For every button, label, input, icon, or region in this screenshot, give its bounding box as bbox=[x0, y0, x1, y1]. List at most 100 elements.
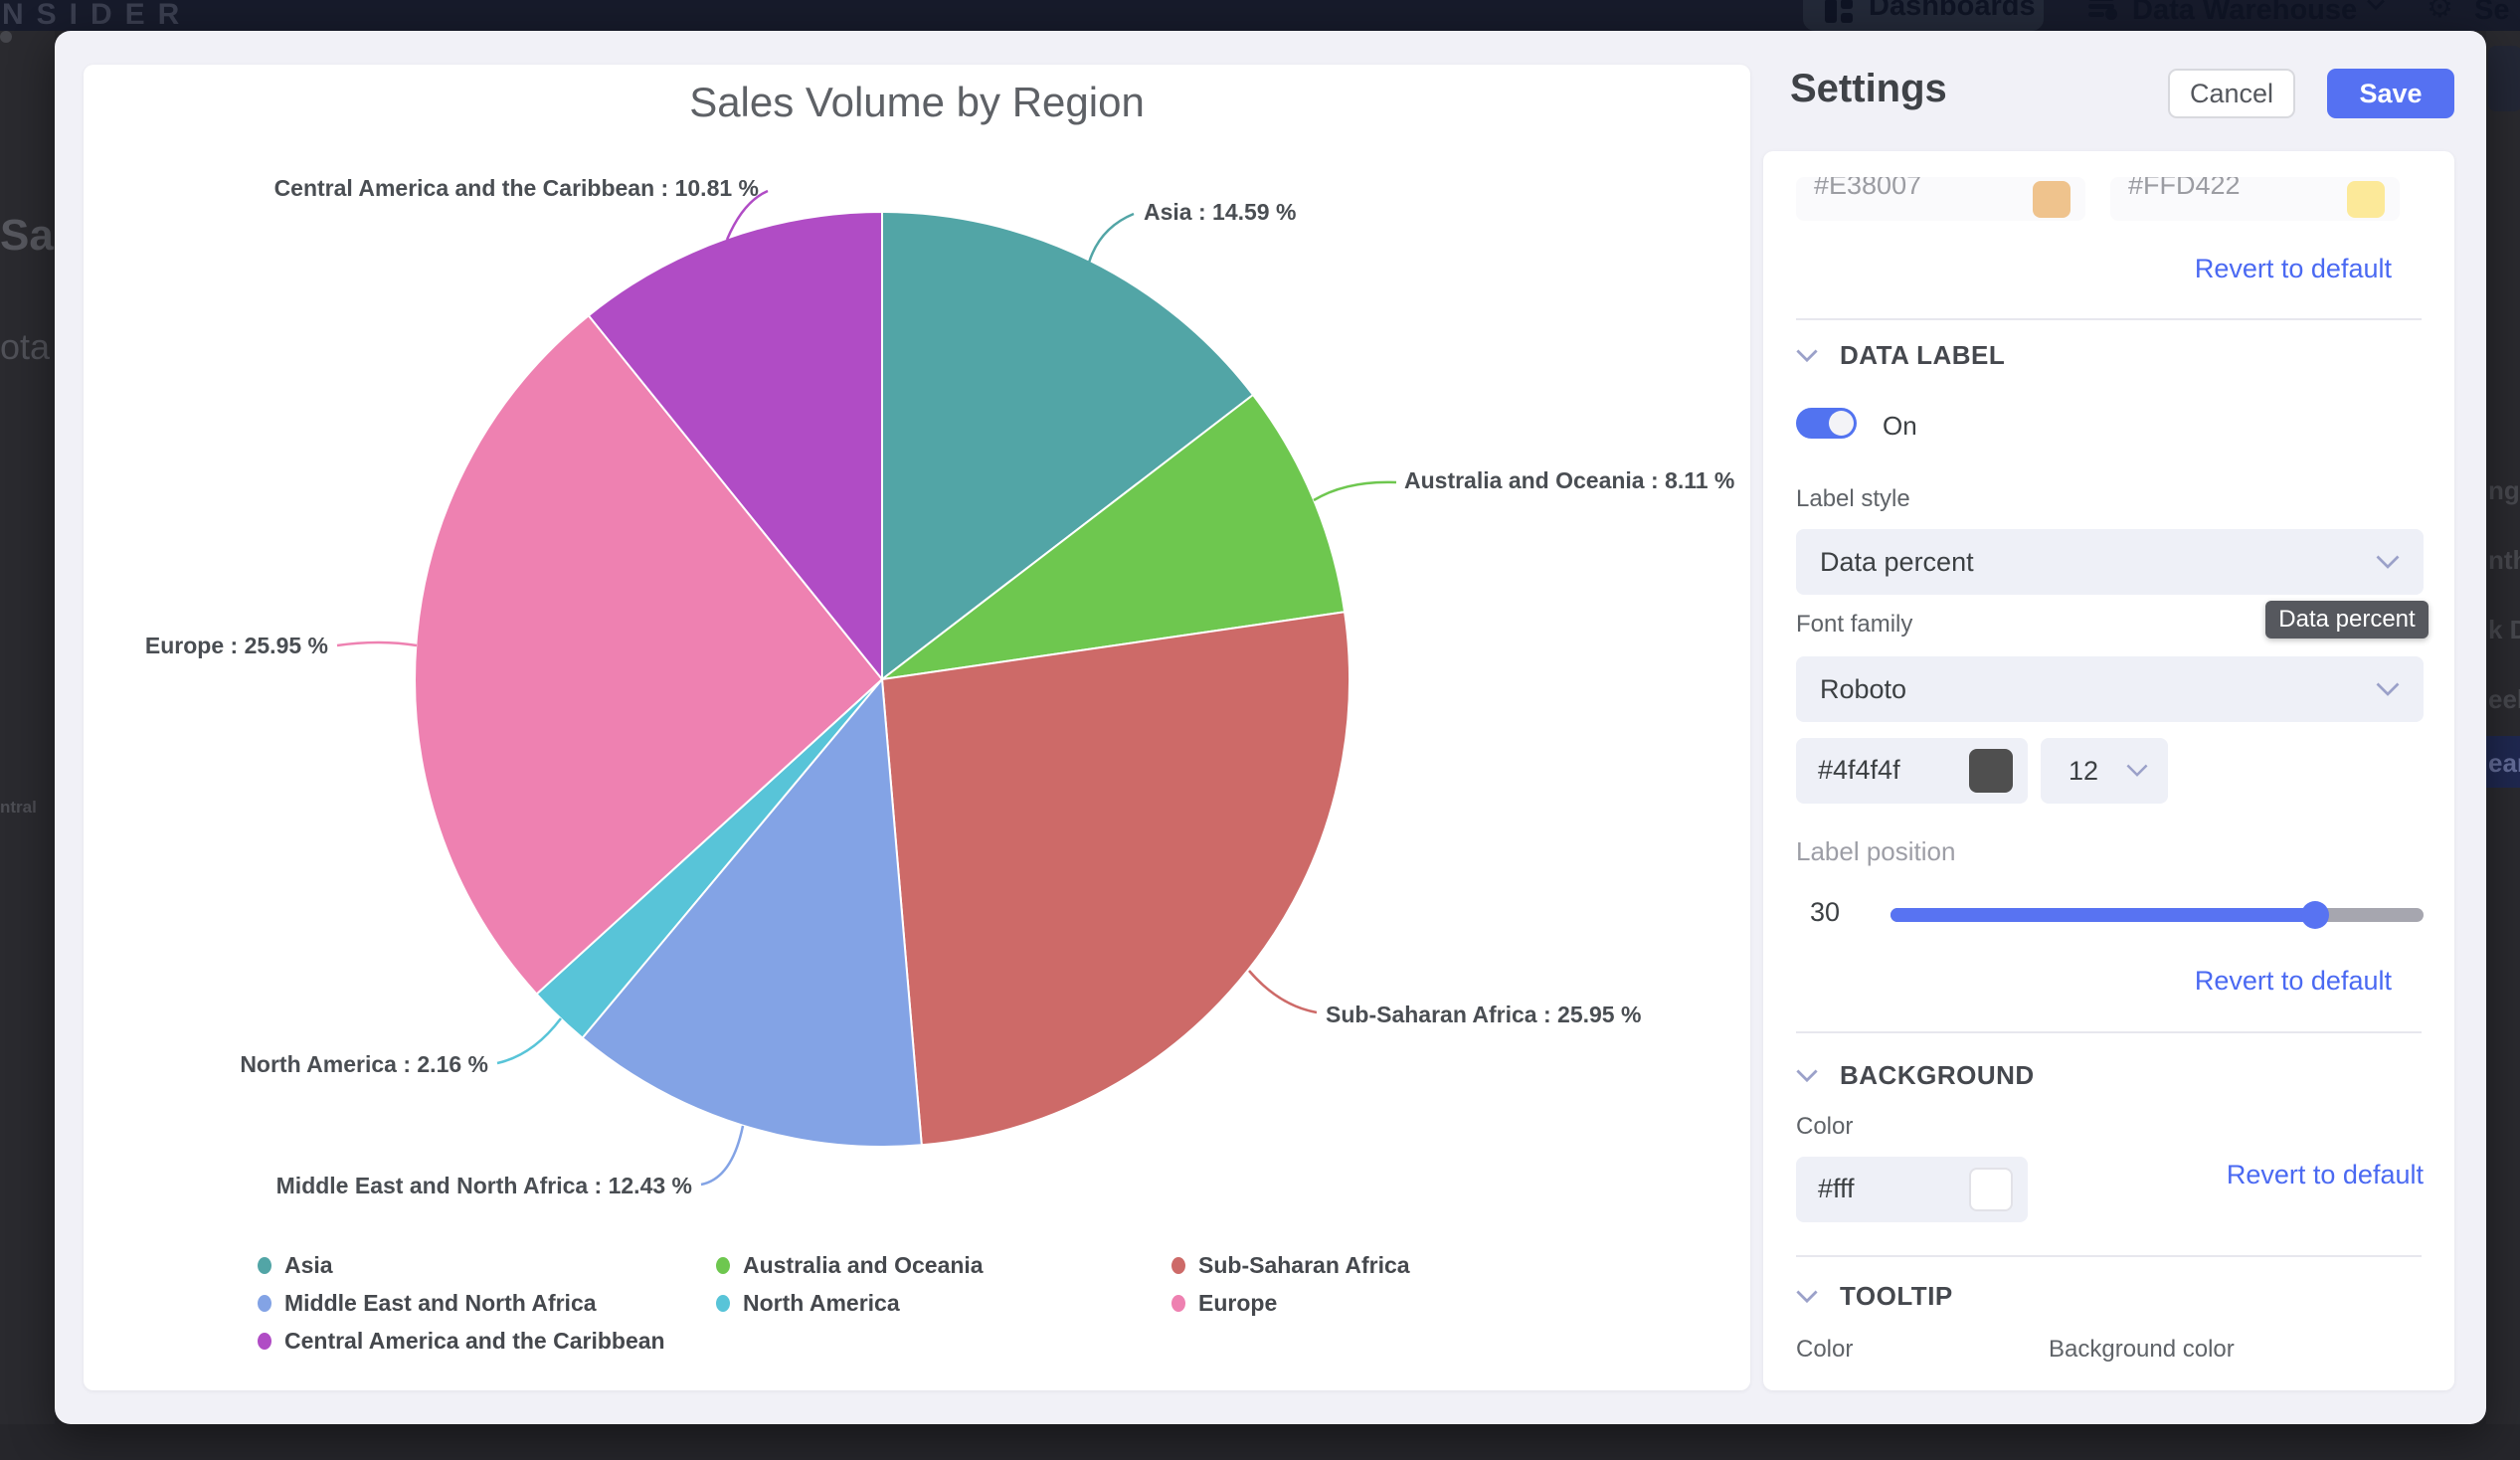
legend-label: Australia and Oceania bbox=[743, 1252, 984, 1279]
label-position-label: Label position bbox=[1796, 836, 1955, 867]
font-size-value: 12 bbox=[2069, 756, 2098, 787]
font-family-select[interactable]: Roboto bbox=[1796, 656, 2424, 722]
cancel-button[interactable]: Cancel bbox=[2168, 69, 2295, 118]
series-color-input-2[interactable]: #FFD422 bbox=[2110, 177, 2400, 221]
data-label-toggle[interactable] bbox=[1796, 408, 1857, 439]
backdrop-text: eek bbox=[2488, 684, 2520, 715]
label-style-label: Label style bbox=[1796, 485, 1910, 513]
background-color-value: #fff bbox=[1818, 1174, 1855, 1204]
chevron-down-icon bbox=[1796, 1290, 1818, 1304]
legend-item[interactable]: Australia and Oceania bbox=[716, 1246, 1171, 1284]
legend-dot bbox=[258, 1295, 271, 1312]
pie-label-leader bbox=[1249, 971, 1317, 1012]
section-title: DATA LABEL bbox=[1840, 340, 2005, 371]
legend-dot bbox=[1171, 1257, 1185, 1274]
pie-slice-label: Middle East and North Africa : 12.43 % bbox=[276, 1173, 692, 1198]
backdrop-text: nth bbox=[2488, 545, 2520, 576]
series-color-value-1: #E38007 bbox=[1814, 177, 1921, 201]
backdrop-text: ota bbox=[0, 326, 50, 368]
pie-label-leader bbox=[1089, 214, 1134, 263]
save-button[interactable]: Save bbox=[2327, 69, 2454, 118]
toggle-knob bbox=[1829, 411, 1854, 436]
revert-to-default-link[interactable]: Revert to default bbox=[2227, 1160, 2424, 1190]
legend-label: Middle East and North Africa bbox=[284, 1290, 597, 1317]
font-color-swatch[interactable] bbox=[1969, 749, 2013, 793]
data-warehouse-icon bbox=[2088, 0, 2118, 20]
divider bbox=[1796, 1031, 2422, 1033]
legend-label: Europe bbox=[1198, 1290, 1277, 1317]
slider-fill bbox=[1890, 908, 2315, 922]
backdrop-bottom-strip bbox=[0, 1424, 2520, 1460]
label-position-value: 30 bbox=[1810, 897, 1840, 928]
pie-label-leader bbox=[337, 642, 417, 645]
divider bbox=[1796, 318, 2422, 320]
background-color-swatch[interactable] bbox=[1969, 1168, 2013, 1211]
tooltip-background-color-label: Background color bbox=[2049, 1336, 2235, 1364]
revert-to-default-link[interactable]: Revert to default bbox=[2195, 966, 2392, 997]
slider-thumb[interactable] bbox=[2301, 901, 2329, 929]
legend-item[interactable]: Europe bbox=[1171, 1284, 1589, 1322]
backdrop-text: k D bbox=[2488, 615, 2520, 645]
legend-dot bbox=[1171, 1295, 1185, 1312]
legend-label: North America bbox=[743, 1290, 900, 1317]
background-color-input[interactable]: #fff bbox=[1796, 1157, 2028, 1222]
backdrop-text: ntral bbox=[0, 798, 37, 818]
legend-item[interactable]: North America bbox=[716, 1284, 1171, 1322]
gear-icon[interactable]: ⚙ bbox=[2427, 0, 2453, 25]
section-tooltip[interactable]: TOOLTIP bbox=[1796, 1281, 1953, 1312]
page-title: Settings bbox=[1790, 67, 1947, 111]
pie-slice[interactable] bbox=[882, 612, 1350, 1145]
legend-dot bbox=[716, 1295, 730, 1312]
font-color-input[interactable]: #4f4f4f bbox=[1796, 738, 2028, 804]
legend-dot bbox=[258, 1257, 271, 1274]
font-family-value: Roboto bbox=[1820, 674, 1906, 705]
pie-label-leader bbox=[497, 1018, 561, 1063]
font-family-label: Font family bbox=[1796, 611, 1912, 639]
legend-label: Asia bbox=[284, 1252, 333, 1279]
chevron-down-icon bbox=[2367, 0, 2385, 11]
label-position-slider[interactable] bbox=[1890, 908, 2424, 922]
chevron-down-icon bbox=[2126, 764, 2148, 778]
revert-to-default-link[interactable]: Revert to default bbox=[2195, 254, 2392, 284]
legend-item[interactable]: Asia bbox=[258, 1246, 716, 1284]
settings-modal: Sales Volume by Region Asia : 14.59 %Aus… bbox=[55, 31, 2486, 1424]
legend-label: Sub-Saharan Africa bbox=[1198, 1252, 1410, 1279]
backdrop-bullet bbox=[0, 31, 12, 43]
chart-preview-card: Sales Volume by Region Asia : 14.59 %Aus… bbox=[84, 65, 1750, 1390]
chevron-down-icon bbox=[2376, 682, 2400, 697]
chevron-down-icon bbox=[1796, 1069, 1818, 1083]
nav-data-warehouse-label: Data Warehouse bbox=[2132, 0, 2357, 27]
nav-dashboards-label: Dashboards bbox=[1869, 0, 2036, 23]
font-size-select[interactable]: 12 bbox=[2041, 738, 2168, 804]
section-data-label[interactable]: DATA LABEL bbox=[1796, 340, 2005, 371]
legend-dot bbox=[258, 1333, 271, 1350]
backdrop-text: nge bbox=[2488, 475, 2520, 506]
pie-slice-label: Asia : 14.59 % bbox=[1144, 199, 1296, 225]
background-color-label: Color bbox=[1796, 1113, 1853, 1141]
divider bbox=[1796, 1255, 2422, 1257]
label-style-select[interactable]: Data percent bbox=[1796, 529, 2424, 595]
series-color-swatch-1[interactable] bbox=[2033, 181, 2070, 218]
legend-item[interactable]: Middle East and North Africa bbox=[258, 1284, 716, 1322]
series-color-input-1[interactable]: #E38007 bbox=[1796, 177, 2085, 221]
legend-item[interactable]: Central America and the Caribbean bbox=[258, 1322, 716, 1360]
dashboards-grid-icon bbox=[1825, 0, 1855, 23]
nav-data-warehouse-button[interactable]: Data Warehouse bbox=[2088, 0, 2385, 31]
series-color-swatch-2[interactable] bbox=[2347, 181, 2385, 218]
nav-dashboards-button[interactable]: Dashboards bbox=[1803, 0, 2044, 31]
brand-logo: NSIDER bbox=[2, 0, 192, 31]
settings-panel: #E38007 #FFD422 Revert to default DATA L… bbox=[1763, 151, 2454, 1390]
pie-slice-label: Sub-Saharan Africa : 25.95 % bbox=[1326, 1002, 1641, 1027]
legend-item[interactable]: Sub-Saharan Africa bbox=[1171, 1246, 1589, 1284]
pie-slice-label: Australia and Oceania : 8.11 % bbox=[1404, 467, 1734, 493]
section-background[interactable]: BACKGROUND bbox=[1796, 1060, 2035, 1091]
chevron-down-icon bbox=[1796, 349, 1818, 363]
pie-slice-label: Europe : 25.95 % bbox=[145, 633, 328, 658]
label-style-value: Data percent bbox=[1820, 547, 1974, 578]
series-color-value-2: #FFD422 bbox=[2128, 177, 2241, 201]
pie-slice-label: North America : 2.16 % bbox=[240, 1051, 488, 1077]
backdrop-text: Sal bbox=[0, 211, 55, 261]
font-color-value: #4f4f4f bbox=[1818, 755, 1900, 786]
backdrop-left-strip: Sal ota ntral bbox=[0, 31, 55, 1424]
tooltip-color-label: Color bbox=[1796, 1336, 1853, 1364]
